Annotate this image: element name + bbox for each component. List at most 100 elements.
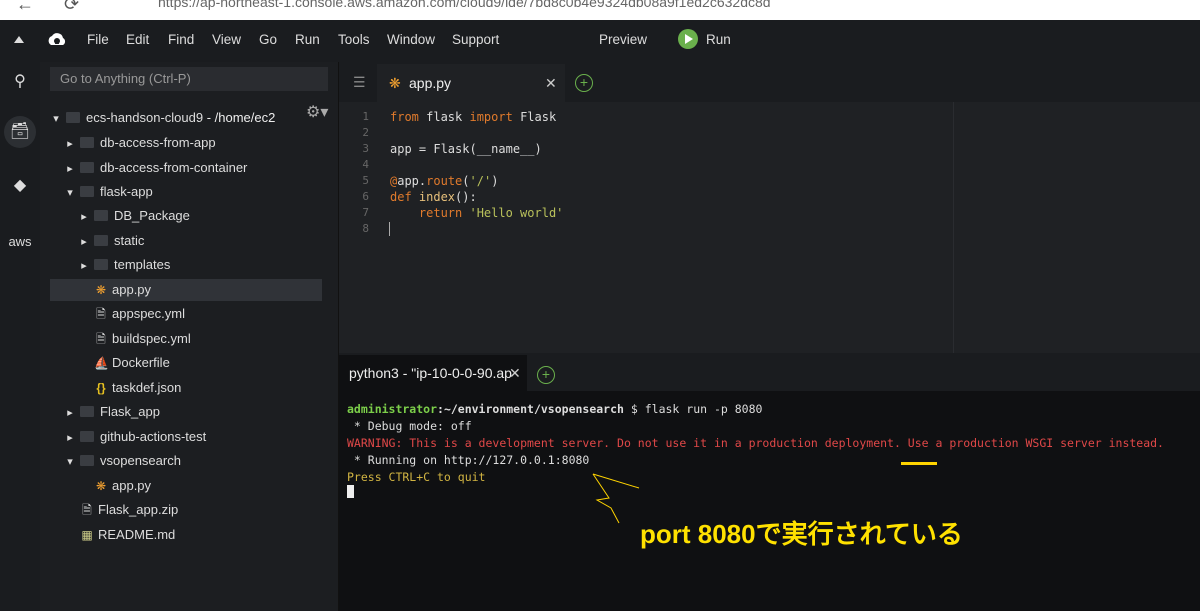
tree-item-github-actions-test[interactable]: ▸ github-actions-test (50, 426, 336, 448)
terminal-tab-bar: python3 - "ip-10-0-0-90.ap ✕ + (339, 353, 1200, 391)
go-to-anything-input[interactable]: Go to Anything (Ctrl-P) (50, 67, 328, 91)
folder-icon (80, 162, 94, 174)
tree-item-label: db-access-from-container (100, 160, 248, 175)
tree-item-label: app.py (112, 282, 152, 297)
folder-icon (66, 112, 80, 124)
tree-item-dockerfile[interactable]: ⛵ Dockerfile (50, 352, 322, 374)
python-file-icon: ❋ (389, 75, 401, 91)
terminal-pane[interactable]: python3 - "ip-10-0-0-90.ap ✕ + administr… (338, 353, 1200, 611)
source-control-icon[interactable]: ◆ (4, 170, 36, 202)
chevron-down-icon: ▾ (67, 187, 73, 199)
folder-icon (80, 186, 94, 198)
menu-find[interactable]: Find (168, 32, 194, 47)
run-play-icon[interactable] (678, 29, 698, 49)
cloud9-logo-icon[interactable] (46, 30, 68, 52)
tree-item-app-py[interactable]: ❋ app.py (50, 279, 322, 301)
tab-terminal[interactable]: python3 - "ip-10-0-0-90.ap ✕ (339, 355, 527, 391)
zip-file-icon: 🗎 (82, 503, 92, 517)
code-text: ( (462, 174, 470, 188)
tree-item-label: github-actions-test (100, 429, 207, 444)
file-icon: 🗎 (96, 307, 106, 321)
tree-item-readme[interactable]: ▦ README.md (50, 524, 322, 546)
tree-item-label: taskdef.json (112, 380, 182, 395)
tree-item-flask-app-zip[interactable]: 🗎 Flask_app.zip (50, 499, 322, 521)
tree-item-label: DB_Package (114, 208, 190, 223)
line-numbers: 1 2 3 4 5 6 7 8 (339, 102, 377, 353)
line-number: 2 (362, 126, 369, 139)
port-underline (901, 462, 937, 465)
chevron-right-icon: ▸ (81, 260, 87, 272)
tree-item-label: templates (114, 257, 171, 272)
menu-go[interactable]: Go (259, 32, 277, 47)
tree-item-label: flask-app (100, 184, 153, 199)
aws-icon[interactable]: aws (4, 226, 36, 258)
tree-item-flask-app-folder[interactable]: ▸ Flask_app (50, 401, 336, 423)
tree-item-label: Flask_app.zip (98, 502, 179, 517)
browser-url-bar[interactable]: ←⟳ https://ap-northeast-1.console.aws.am… (0, 0, 1200, 20)
menu-icon[interactable]: ☰ (353, 74, 366, 91)
search-icon[interactable]: ⚲ (4, 66, 36, 98)
code-text: app. (397, 174, 427, 188)
line-number: 6 (362, 190, 369, 203)
tree-item-taskdef[interactable]: {} taskdef.json (50, 377, 322, 399)
environment-icon[interactable]: 🗃 (4, 116, 36, 148)
chevron-right-icon: ▸ (67, 163, 73, 175)
menu-tools[interactable]: Tools (338, 32, 370, 47)
add-tab-icon[interactable]: + (575, 74, 593, 92)
tree-item-db-access-from-app[interactable]: ▸ db-access-from-app (50, 132, 336, 154)
folder-icon (94, 259, 108, 271)
code-line-5: @app.route('/') (390, 173, 498, 189)
tree-root[interactable]: ▾ ecs-handson-cloud9 - /home/ec2 (50, 107, 322, 129)
menu-window[interactable]: Window (387, 32, 435, 47)
line-number: 5 (362, 174, 369, 187)
preview-button[interactable]: Preview (599, 32, 647, 47)
tab-app-py[interactable]: ❋ app.py ✕ (377, 64, 565, 102)
chevron-right-icon: ▸ (67, 138, 73, 150)
code-text: app = Flask(__name__) (390, 142, 542, 156)
menu-support[interactable]: Support (452, 32, 499, 47)
close-icon[interactable]: ✕ (509, 355, 521, 391)
menu-view[interactable]: View (212, 32, 241, 47)
add-tab-icon[interactable]: + (537, 366, 555, 384)
folder-icon (94, 235, 108, 247)
menu-edit[interactable]: Edit (126, 32, 149, 47)
code-line-6: def index(): (390, 189, 477, 205)
tree-item-db-package[interactable]: ▸ DB_Package (50, 205, 322, 227)
tree-item-appspec[interactable]: 🗎 appspec.yml (50, 303, 322, 325)
tree-item-static[interactable]: ▸ static (50, 230, 322, 252)
code-area[interactable]: from flask import Flask app = Flask(__na… (390, 102, 563, 220)
menu-file[interactable]: File (87, 32, 109, 47)
menu-run[interactable]: Run (295, 32, 320, 47)
tree-item-vsopensearch[interactable]: ▾ vsopensearch (50, 450, 336, 472)
collapse-menu-icon[interactable] (14, 36, 24, 43)
running-url: * Running on http://127.0.0.1: (347, 453, 562, 467)
tree-item-label: db-access-from-app (100, 135, 216, 150)
tree-item-db-access-from-container[interactable]: ▸ db-access-from-container (50, 157, 336, 179)
tree-item-label: app.py (112, 478, 152, 493)
line-number: 3 (362, 142, 369, 155)
file-icon: 🗎 (96, 332, 106, 346)
python-file-icon: ❋ (95, 479, 107, 493)
folder-icon (80, 137, 94, 149)
function-name: route (426, 174, 463, 188)
tree-item-buildspec[interactable]: 🗎 buildspec.yml (50, 328, 322, 350)
keyword: def (390, 190, 412, 204)
terminal-line: Press CTRL+C to quit (347, 470, 486, 484)
terminal-line: * Debug mode: off (347, 419, 472, 433)
run-button[interactable]: Run (706, 32, 731, 47)
tree-item-templates[interactable]: ▸ templates (50, 254, 322, 276)
browser-nav-icons[interactable]: ←⟳ (16, 0, 109, 15)
chevron-right-icon: ▸ (67, 407, 73, 419)
folder-icon (80, 431, 94, 443)
annotation-text: port 8080で実行されている (640, 519, 963, 549)
line-number: 4 (362, 158, 369, 171)
markdown-file-icon: ▦ (81, 528, 93, 542)
code-line-7: return 'Hello world' (390, 205, 564, 221)
tree-item-label: Flask_app (100, 404, 160, 419)
browser-url[interactable]: https://ap-northeast-1.console.aws.amazo… (158, 0, 771, 10)
close-icon[interactable]: ✕ (545, 64, 557, 102)
line-number: 8 (362, 222, 369, 235)
tree-item-flask-app[interactable]: ▾ flask-app (50, 181, 336, 203)
terminal-line: administrator:~/environment/vsopensearch… (347, 401, 762, 418)
tree-item-vsopensearch-app-py[interactable]: ❋ app.py (50, 475, 322, 497)
